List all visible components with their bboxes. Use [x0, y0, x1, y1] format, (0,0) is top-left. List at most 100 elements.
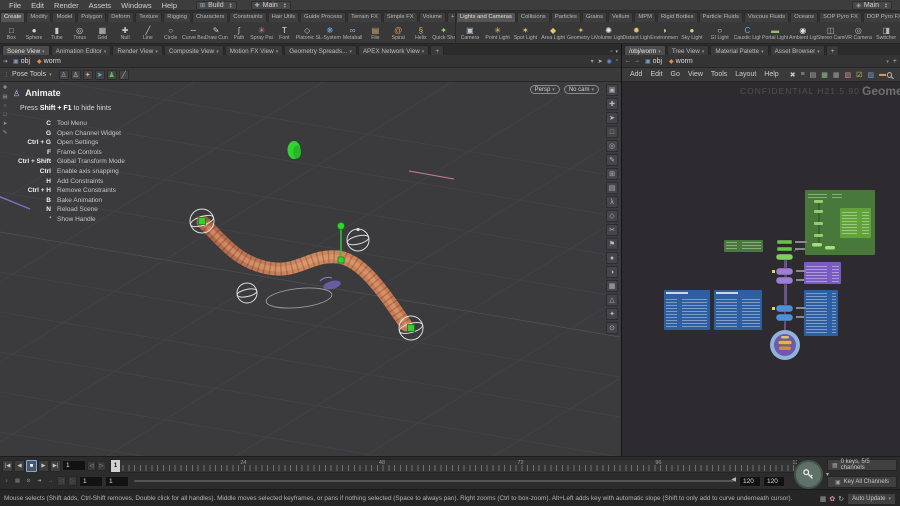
set-key-dropdown-icon[interactable]: ▾ [826, 471, 829, 478]
pose-tool-icon[interactable]: ♙ [71, 70, 81, 80]
shelf-tool[interactable]: ✺ Volume Light [595, 22, 623, 43]
playbar-option-icon[interactable]: ⊙ [24, 476, 33, 486]
shelf-tab[interactable]: Rigid Bodies [657, 12, 698, 22]
global-end-field[interactable]: 120 [763, 476, 785, 487]
node-chain[interactable] [772, 240, 807, 321]
viewport-tool-icon[interactable]: ✂ [606, 224, 618, 236]
shelf-tab[interactable]: + [447, 12, 455, 22]
shelf-tool[interactable]: ▣ Camera [456, 22, 484, 43]
search-icon[interactable] [887, 72, 892, 78]
toolbar-selector[interactable]: ✚ Main ▲▼ [251, 1, 291, 10]
node-purple-oval[interactable] [776, 268, 793, 275]
menu-item[interactable]: Help [157, 1, 182, 10]
chevron-down-icon[interactable] [276, 48, 279, 55]
pivot-marker[interactable] [288, 141, 302, 159]
playbar-option-icon[interactable]: ♪ [2, 476, 11, 486]
shelf-tab[interactable]: MPM [634, 12, 656, 22]
keyframe-marker[interactable] [408, 325, 415, 332]
viewport-tool-icon[interactable]: □ [606, 126, 618, 138]
menu-item[interactable]: Render [49, 1, 84, 10]
chevron-down-icon[interactable] [761, 48, 764, 55]
network-toolbar-icon[interactable]: ▧ [845, 71, 852, 79]
translate-handle[interactable] [337, 222, 344, 263]
network-note-blue-3[interactable] [804, 290, 838, 336]
playbar-option-icon[interactable]: → [46, 476, 55, 486]
viewport-tool-icon[interactable]: ➤ [1, 120, 9, 128]
shelf-tool[interactable]: § Helix [410, 22, 433, 43]
breadcrumb-worm[interactable]: ◆worm [667, 58, 695, 65]
network-toolbar-icon[interactable]: ≡ [801, 71, 805, 79]
shelf-tool[interactable]: ○ GI Light [706, 22, 734, 43]
current-frame-field[interactable]: 1 [62, 460, 86, 471]
next-key-button[interactable]: ▷ [97, 461, 106, 471]
shelf-tab[interactable]: Guide Process [300, 12, 346, 22]
menu-item[interactable]: File [4, 1, 26, 10]
shelf-tool[interactable]: ○ Circle [159, 22, 182, 43]
stepper-icon[interactable]: ▲▼ [229, 2, 233, 8]
range-next-icon[interactable]: ▷ [68, 476, 77, 486]
breadcrumb-obj[interactable]: ▣obj [11, 58, 32, 65]
chevron-down-icon[interactable] [349, 48, 352, 55]
shelf-tool[interactable]: ▬ Portal Light [761, 22, 789, 43]
shelf-tool[interactable]: ✳ Spray Paint [250, 22, 273, 43]
shelf-tool[interactable]: ✦ Quick Shapes [432, 22, 455, 43]
pose-tool-icon[interactable]: ♙ [59, 70, 69, 80]
playback-start-field[interactable]: 1 [105, 476, 129, 487]
shelf-tool[interactable]: ▮ Tube [46, 22, 69, 43]
playback-range-slider[interactable] [134, 480, 734, 482]
shelf-tool[interactable]: □ Box [0, 22, 23, 43]
path-bar-icon[interactable]: ◉ [607, 58, 612, 65]
shelf-tool[interactable]: ◎ Torus [68, 22, 91, 43]
shelf-tab[interactable]: Grains [582, 12, 607, 22]
shelf-tab[interactable]: SOP Pyro FX [819, 12, 862, 22]
pane-tab[interactable]: Geometry Spreads... [284, 45, 357, 55]
network-toolbar-icon[interactable]: ▦ [833, 71, 840, 79]
shelf-tab[interactable]: Vellum [608, 12, 633, 22]
viewport-tool-icon[interactable]: □ [1, 111, 9, 119]
chevron-down-icon[interactable] [216, 48, 219, 55]
node-blue-oval[interactable] [776, 314, 793, 321]
viewport-tool-icon[interactable]: ▦ [606, 280, 618, 292]
pane-tab[interactable]: Composite View [164, 45, 224, 55]
network-menu-item[interactable]: Go [667, 71, 684, 78]
shelf-tool[interactable]: @ Spiral [387, 22, 410, 43]
global-start-field[interactable]: 1 [79, 476, 103, 487]
worm-geometry[interactable] [203, 222, 406, 325]
shelf-tool[interactable]: ✎ Draw Curve [205, 22, 228, 43]
shelf-tool[interactable]: ʃ Path [228, 22, 251, 43]
shelf-tab[interactable]: Model [52, 12, 76, 22]
viewport-tool-icon[interactable]: ✎ [606, 154, 618, 166]
network-toolbar-icon[interactable]: ☑ [856, 71, 862, 79]
transport-button[interactable]: ■ [26, 460, 37, 472]
playhead[interactable]: 1 [111, 460, 120, 472]
pane-tab[interactable]: Material Palette [710, 45, 768, 55]
shelf-tab[interactable]: DOP Pyro FX [863, 12, 900, 22]
network-note-green-small[interactable] [724, 240, 763, 252]
node-blue-oval[interactable] [776, 305, 793, 312]
shelf-tab[interactable]: Rigging [163, 12, 191, 22]
shelf-tool[interactable]: ◨ Switcher [872, 22, 900, 43]
transport-button[interactable]: ▶| [50, 460, 61, 472]
breadcrumb-obj[interactable]: ▣obj [643, 58, 664, 65]
grip-icon[interactable]: ⋮ [4, 72, 9, 78]
pane-tab[interactable]: Tree View [667, 45, 710, 55]
nav-back-icon[interactable]: ← [625, 58, 631, 64]
transport-button[interactable]: ◀ [14, 460, 25, 472]
viewport-tool-icon[interactable]: ✎ [1, 129, 9, 137]
network-toolbar-icon[interactable]: ▬ [879, 71, 886, 79]
viewport-tool-icon[interactable]: ✚ [606, 98, 618, 110]
path-bar-icon[interactable]: ▾ [591, 58, 594, 65]
pose-tool-icon[interactable]: ➤ [95, 70, 105, 80]
node-purple-oval[interactable] [776, 277, 793, 284]
shelf-tool[interactable]: ◎ VR Camera [845, 22, 873, 43]
pane-tab[interactable]: /obj/worm [624, 45, 666, 55]
pane-tab[interactable]: APEX Network View [358, 45, 429, 55]
nav-forward-icon[interactable]: → [634, 58, 640, 64]
viewport-tool-icon[interactable]: ▤ [606, 182, 618, 194]
network-toolbar-icon[interactable]: ▤ [810, 71, 817, 79]
menu-item[interactable]: Assets [84, 1, 117, 10]
network-canvas[interactable]: CONFIDENTIAL H21.5.90 Geometry [622, 82, 900, 456]
menu-item[interactable]: Edit [26, 1, 49, 10]
rotate-handle-low[interactable] [236, 283, 257, 303]
shelf-tab[interactable]: Particle Fluids [699, 12, 743, 22]
